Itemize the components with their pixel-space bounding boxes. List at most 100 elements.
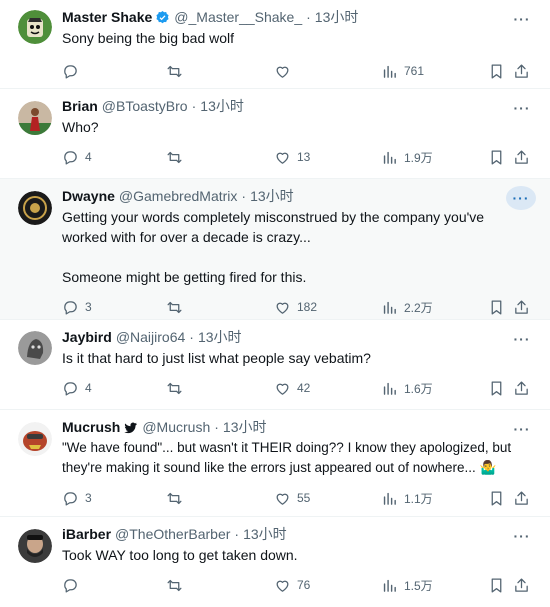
like-button[interactable]: 42 [274,378,310,398]
retweet-button[interactable] [166,297,189,317]
view-count: 2.2万 [404,300,433,315]
tweet-header: Brian @BToastyBro · 13小时 [62,97,534,115]
timestamp[interactable]: 13小时 [198,328,242,346]
bookmark-button[interactable] [488,147,505,167]
retweet-icon [167,151,182,163]
views-button[interactable]: 2.2万 [381,297,433,317]
share-button[interactable] [513,147,530,167]
reply-count: 4 [85,381,92,395]
more-options-button[interactable]: ··· [508,8,536,30]
display-name[interactable]: Jaybird [62,328,112,346]
share-icon [515,490,528,505]
like-button[interactable]: 76 [274,575,310,595]
bookmark-button[interactable] [488,575,505,595]
like-button[interactable]: 55 [274,488,310,508]
user-handle[interactable]: @Mucrush [142,418,210,436]
like-button[interactable] [274,61,297,81]
share-button[interactable] [513,61,530,81]
display-name[interactable]: Dwayne [62,187,115,205]
timestamp[interactable]: 13小时 [243,525,287,543]
share-icon [515,149,528,164]
separator-dot: · [241,188,247,204]
display-name[interactable]: Brian [62,97,98,115]
bookmark-button[interactable] [488,378,505,398]
reply-button[interactable]: 3 [62,297,92,317]
retweet-button[interactable] [166,147,189,167]
tweet[interactable]: Mucrush @Mucrush · 13小时 ··· "We have fou… [0,410,550,517]
user-handle[interactable]: @TheOtherBarber [115,525,230,543]
more-options-button[interactable]: ··· [508,97,536,119]
share-button[interactable] [513,488,530,508]
tweet[interactable]: Dwayne @GamebredMatrix · 13小时 ··· Gettin… [0,179,550,320]
like-button[interactable]: 182 [274,297,317,317]
share-button[interactable] [513,297,530,317]
views-button[interactable]: 761 [381,61,424,81]
avatar[interactable] [18,529,52,563]
share-button[interactable] [513,575,530,595]
share-button[interactable] [513,378,530,398]
like-count: 13 [297,150,311,164]
tweet[interactable]: iBarber @TheOtherBarber · 13小时 ··· Took … [0,517,550,607]
retweet-button[interactable] [166,378,189,398]
reply-button[interactable]: 4 [62,147,92,167]
display-name[interactable]: Master Shake [62,8,152,26]
views-button[interactable]: 1.6万 [381,378,433,398]
more-options-button[interactable]: ··· [506,186,536,210]
user-handle[interactable]: @BToastyBro [102,97,188,115]
retweet-button[interactable] [166,61,189,81]
tweet-header: Master Shake @_Master__Shake_ · 13小时 [62,8,534,26]
avatar[interactable] [18,101,52,135]
reply-button[interactable] [62,61,85,81]
avatar[interactable] [18,422,52,456]
timestamp[interactable]: 13小时 [200,97,244,115]
tweet-header: Dwayne @GamebredMatrix · 13小时 [62,187,534,205]
bookmark-button[interactable] [488,61,505,81]
timestamp[interactable]: 13小时 [250,187,294,205]
more-options-button[interactable]: ··· [508,418,536,440]
views-button[interactable]: 1.9万 [381,147,433,167]
action-bar: 4 13 1.9万 [62,147,534,167]
retweet-button[interactable] [166,575,189,595]
avatar[interactable] [18,191,52,225]
views-button[interactable]: 1.5万 [381,575,433,595]
views-chart-icon [383,492,396,505]
views-chart-icon [383,301,396,314]
bookmark-button[interactable] [488,297,505,317]
tweet[interactable]: Master Shake @_Master__Shake_ · 13小时 ···… [0,0,550,89]
bookmark-icon [491,490,502,506]
user-handle[interactable]: @Naijiro64 [116,328,185,346]
share-icon [515,380,528,395]
like-button[interactable]: 13 [274,147,310,167]
reply-button[interactable]: 4 [62,378,92,398]
timestamp[interactable]: 13小时 [223,418,267,436]
reply-icon [64,491,77,506]
views-chart-icon [383,579,396,592]
tweet[interactable]: Brian @BToastyBro · 13小时 ··· Who? 4 13 1… [0,89,550,179]
heart-icon [276,580,289,592]
heart-icon [276,493,289,505]
reply-button[interactable] [62,575,85,595]
user-handle[interactable]: @GamebredMatrix [119,187,237,205]
tweet-header: Jaybird @Naijiro64 · 13小时 [62,328,534,346]
tweet[interactable]: Jaybird @Naijiro64 · 13小时 ··· Is it that… [0,320,550,410]
separator-dot: · [306,9,311,25]
share-icon [515,63,528,78]
user-handle[interactable]: @_Master__Shake_ [174,8,302,26]
action-bar: 4 42 1.6万 [62,378,534,398]
views-button[interactable]: 1.1万 [381,488,433,508]
action-bar: 3 55 1.1万 [62,488,534,508]
heart-icon [276,152,289,164]
tweet-text: Took WAY too long to get taken down. [62,547,298,563]
timestamp[interactable]: 13小时 [315,8,359,26]
bookmark-button[interactable] [488,488,505,508]
avatar[interactable] [18,10,52,44]
action-bar: 761 [62,61,534,81]
reply-button[interactable]: 3 [62,488,92,508]
display-name[interactable]: iBarber [62,525,111,543]
views-chart-icon [383,151,396,164]
display-name[interactable]: Mucrush [62,418,120,436]
avatar[interactable] [18,331,52,365]
more-options-button[interactable]: ··· [508,328,536,350]
retweet-button[interactable] [166,488,189,508]
more-options-button[interactable]: ··· [508,525,536,547]
